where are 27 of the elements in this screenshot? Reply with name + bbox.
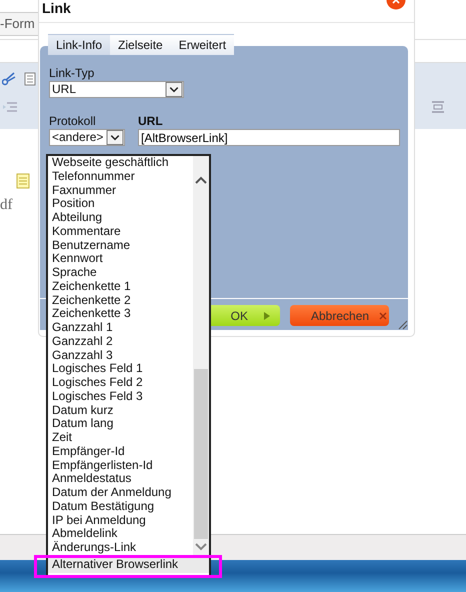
url-field[interactable]: [AltBrowserLink] (138, 129, 400, 146)
indent-icon[interactable] (2, 101, 18, 113)
scissors-icon[interactable] (2, 72, 16, 86)
dropdown-icon[interactable] (165, 82, 183, 97)
close-icon (379, 312, 388, 320)
field-label: Link-Typ (49, 66, 94, 80)
field-label: Protokoll (49, 114, 96, 128)
scroll-thumb[interactable] (194, 369, 208, 539)
dialog-tab[interactable]: Link-Info (48, 34, 110, 55)
field-label: URL (138, 114, 163, 128)
scroll-up-icon[interactable] (195, 176, 207, 184)
dropdown-icon[interactable] (106, 130, 124, 145)
resize-grip-icon[interactable] (396, 318, 408, 330)
dialog-tab[interactable]: Erweitert (170, 34, 234, 55)
align-icon[interactable] (430, 100, 446, 114)
document-icon[interactable] (24, 72, 36, 86)
page-tab[interactable]: -Form (0, 12, 40, 36)
dialog-title: Link (42, 0, 71, 18)
body-text: df (0, 197, 12, 214)
scroll-down-icon[interactable] (195, 543, 207, 551)
link-type-select[interactable]: URL (49, 81, 184, 98)
protocol-select[interactable]: <andere> (49, 129, 125, 146)
note-icon[interactable] (16, 173, 30, 189)
play-icon (264, 312, 270, 320)
cancel-button[interactable]: Abbrechen (290, 305, 389, 326)
scrollbar[interactable] (193, 156, 209, 555)
dialog-tab[interactable]: Zielseite (110, 34, 171, 55)
